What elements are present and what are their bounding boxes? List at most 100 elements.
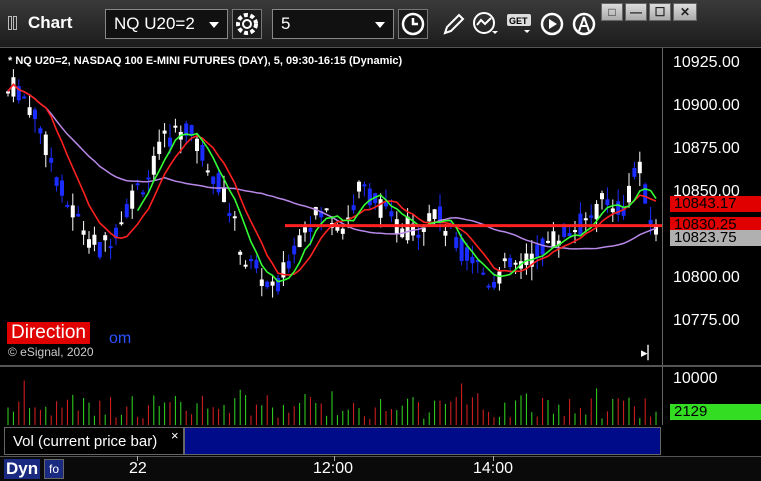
minimize-button[interactable]: — xyxy=(625,3,647,21)
ma-green-line xyxy=(136,132,657,283)
price-badge-ma: 10843.17 xyxy=(670,196,761,212)
candle-body xyxy=(600,193,604,200)
play-icon[interactable] xyxy=(539,11,567,37)
legend-panel xyxy=(184,427,661,455)
candle-body xyxy=(151,155,156,175)
candle-body xyxy=(108,246,113,249)
candle-body xyxy=(6,91,10,94)
grip-icon[interactable] xyxy=(8,16,20,30)
candle-body xyxy=(22,96,27,99)
candle-body xyxy=(292,245,297,255)
candle-body xyxy=(54,177,59,186)
candle-body xyxy=(502,258,507,262)
candle-body xyxy=(227,213,232,216)
candle-body xyxy=(357,181,361,192)
candle-body xyxy=(216,173,221,193)
candle-body xyxy=(308,227,313,232)
price-badge-last: 10823.75 xyxy=(670,230,761,246)
candle-body xyxy=(465,247,469,261)
candle-body xyxy=(486,285,491,288)
watermark-suffix: om xyxy=(109,330,132,347)
candle-body xyxy=(38,128,43,134)
gear-icon xyxy=(236,13,258,35)
candle-body xyxy=(259,279,264,286)
copyright-label: © eSignal, 2020 xyxy=(8,345,94,359)
time-axis[interactable] xyxy=(0,456,761,481)
candle-body xyxy=(33,109,37,120)
candle-body xyxy=(367,188,372,206)
symbol-combo[interactable]: NQ U20=2 xyxy=(105,9,228,39)
candle-body xyxy=(389,211,394,217)
price-chart[interactable] xyxy=(5,48,662,365)
candle-body xyxy=(546,240,550,243)
volume-legend-label[interactable]: Vol (current price bar) xyxy=(4,427,184,455)
candle-body xyxy=(551,231,556,248)
interval-value: 5 xyxy=(281,14,291,33)
candle-body xyxy=(43,134,48,156)
candle-body xyxy=(583,218,588,221)
price-tick: 10900.00 xyxy=(673,97,740,114)
candle-body xyxy=(562,226,567,237)
candle-body xyxy=(200,144,205,161)
candle-body xyxy=(313,206,318,216)
close-icon[interactable]: × xyxy=(171,428,179,443)
candle-body xyxy=(146,177,151,180)
candle-body xyxy=(173,125,178,128)
candle-body xyxy=(535,244,540,257)
candle-body xyxy=(238,251,243,255)
clock-icon xyxy=(401,12,425,36)
candle-body xyxy=(92,234,97,245)
candle-body xyxy=(65,204,70,207)
candle-body xyxy=(119,222,124,225)
alert-icon[interactable] xyxy=(571,11,599,37)
candle-body xyxy=(492,281,496,288)
candle-body xyxy=(254,259,259,269)
candle-body xyxy=(378,199,383,218)
candle-body xyxy=(249,259,253,262)
maximize-button[interactable]: ☐ xyxy=(649,3,671,21)
candle-body xyxy=(567,233,572,237)
candle-body xyxy=(135,183,140,186)
candle-body xyxy=(205,170,210,173)
candle-body xyxy=(605,199,610,206)
get-icon[interactable]: GET xyxy=(506,11,534,37)
candle-body xyxy=(243,264,248,267)
chart-header: * NQ U20=2, NASDAQ 100 E-MINI FUTURES (D… xyxy=(8,55,403,67)
time-button[interactable] xyxy=(398,9,428,39)
mode-icon[interactable]: fo xyxy=(44,459,64,479)
study-icon[interactable] xyxy=(472,11,500,37)
candle-body xyxy=(481,272,486,275)
price-tick: 10800.00 xyxy=(673,269,740,286)
candle-body xyxy=(303,227,307,233)
close-button[interactable]: ✕ xyxy=(673,3,697,21)
candle-body xyxy=(654,226,658,235)
candle-body xyxy=(610,208,615,213)
pencil-icon[interactable] xyxy=(439,11,467,37)
candle-body xyxy=(405,216,410,241)
settings-button[interactable] xyxy=(232,9,262,39)
price-axis[interactable]: 10925.00 10900.00 10875.00 10850.00 1080… xyxy=(662,48,761,365)
price-tick: 10925.00 xyxy=(673,54,740,71)
candle-body xyxy=(632,167,637,177)
candle-body xyxy=(524,253,529,266)
svg-text:GET: GET xyxy=(509,16,528,26)
volume-chart[interactable] xyxy=(5,367,662,425)
candle-body xyxy=(97,242,102,258)
time-label: 12:00 xyxy=(313,460,354,477)
volume-axis[interactable]: 10000 2129 xyxy=(662,367,761,425)
price-tick: 10875.00 xyxy=(673,140,740,157)
candle-body xyxy=(270,281,275,286)
interval-combo[interactable]: 5 xyxy=(272,9,394,39)
scroll-to-end-icon[interactable]: ▸▏ xyxy=(641,345,658,361)
candle-body xyxy=(168,137,172,147)
candle-body xyxy=(157,141,162,155)
candle-body xyxy=(454,237,459,249)
window-title: Chart xyxy=(28,13,73,32)
candle-body xyxy=(297,235,302,248)
candle-body xyxy=(443,230,448,236)
candle-body xyxy=(637,161,642,174)
mode-label[interactable]: Dyn xyxy=(4,459,41,479)
restore-button[interactable]: □ xyxy=(601,3,623,21)
candle-body xyxy=(124,204,129,218)
candle-body xyxy=(324,208,329,211)
